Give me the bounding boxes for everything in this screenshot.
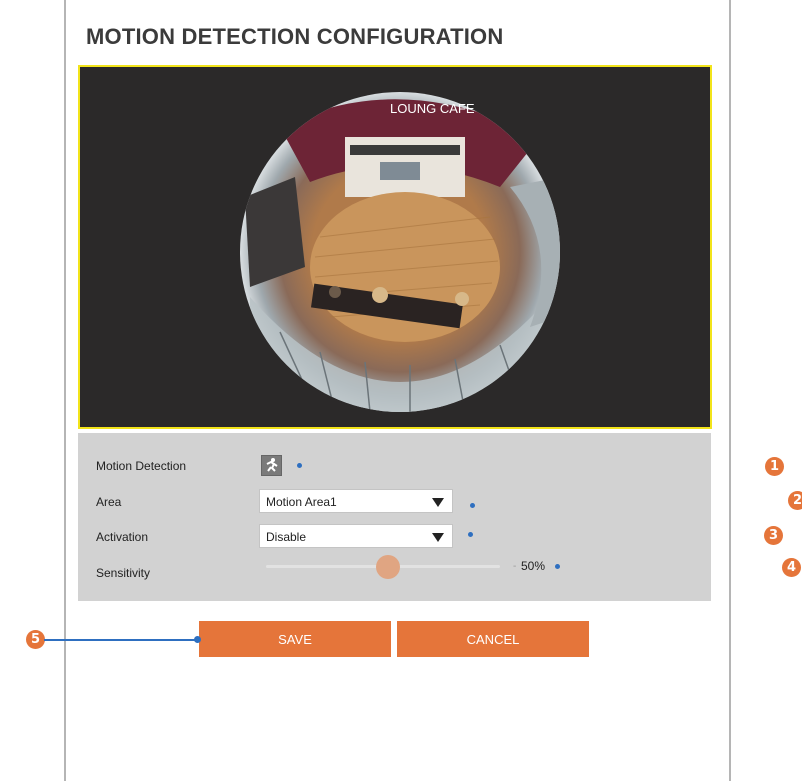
callout-3: 3 [764,526,783,545]
running-person-icon [266,458,278,472]
callout-2: 2 [788,491,802,510]
fisheye-image: LOUNG CAFE [240,92,560,412]
motion-detection-marker [297,463,302,468]
motion-detection-toggle[interactable] [261,455,282,476]
activation-select-value: Disable [266,530,307,544]
sensitivity-marker [555,564,560,569]
area-select-value: Motion Area1 [266,495,337,509]
page-title: MOTION DETECTION CONFIGURATION [86,24,504,49]
video-preview[interactable]: LOUNG CAFE [78,65,712,429]
sensitivity-slider-handle[interactable] [376,555,400,579]
activation-label: Activation [96,530,149,544]
cafe-sign-text: LOUNG CAFE [390,101,475,116]
chevron-down-icon [432,498,444,507]
sensitivity-label: Sensitivity [96,566,151,580]
callout-5-leader-line [44,639,197,641]
slider-max-mark: - [513,561,517,572]
save-button[interactable]: SAVE [199,621,391,657]
sensitivity-value: 50% [521,559,546,573]
cancel-button[interactable]: CANCEL [397,621,589,657]
area-label: Area [96,495,122,509]
callout-1: 1 [765,457,784,476]
callout-5-leader-end [194,636,201,643]
area-marker [470,503,475,508]
callout-5: 5 [26,630,45,649]
activation-marker [468,532,473,537]
activation-select[interactable]: Disable [259,524,453,548]
area-select[interactable]: Motion Area1 [259,489,453,513]
motion-detection-label: Motion Detection [96,459,187,473]
chevron-down-icon [432,533,444,542]
settings-panel: Motion Detection Area Motion Area1 Activ… [78,433,711,601]
callout-4: 4 [782,558,801,577]
